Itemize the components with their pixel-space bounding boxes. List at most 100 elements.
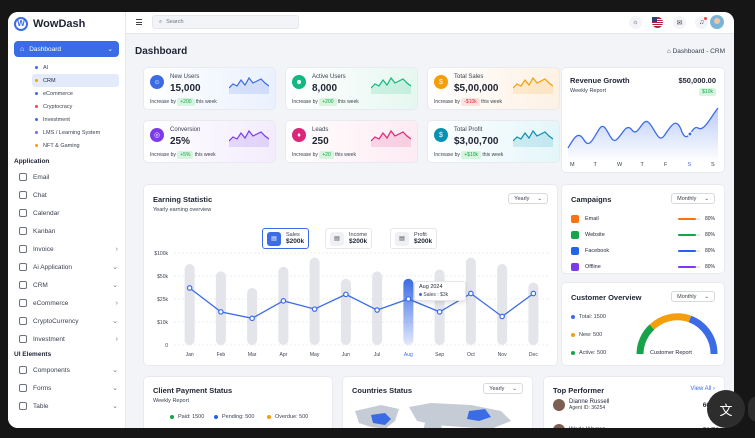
x-tick-label: Dec — [529, 352, 538, 358]
sidebar-subitem-label: AI — [43, 64, 49, 71]
tab-value: $200k — [286, 238, 305, 245]
bar[interactable] — [184, 264, 195, 345]
performer-row[interactable]: Wade Warren 50/70 — [553, 424, 719, 428]
breadcrumb[interactable]: ⌂ Dashboard - CRM — [667, 48, 725, 55]
stat-delta-badge: +5% — [177, 151, 194, 159]
period-select[interactable]: Yearly ⌄ — [483, 383, 523, 394]
stat-icon: ☺ — [150, 75, 164, 89]
top-performer-card: Top Performer View All › Dianne Russell A… — [543, 376, 725, 428]
line-point[interactable] — [280, 298, 287, 304]
stat-card: ☺ New Users 15,000 Increase by +200 this we… — [143, 67, 276, 110]
sidebar-subitem[interactable]: CRM — [32, 74, 119, 87]
stat-suffix: this week — [482, 152, 504, 158]
side-handle[interactable] — [748, 396, 755, 422]
bar[interactable] — [465, 257, 476, 345]
sidebar-subitem[interactable]: AI — [32, 61, 119, 74]
sidebar-item[interactable]: Email — [8, 168, 125, 186]
sidebar-subitem[interactable]: eCommerce — [32, 87, 119, 100]
line-point[interactable] — [530, 290, 537, 297]
sidebar-item[interactable]: Table ⌄ — [8, 397, 125, 415]
bullet-dot — [35, 144, 38, 147]
legend-label: New: 500 — [579, 332, 603, 338]
view-all-link[interactable]: View All › — [690, 386, 715, 392]
line-point[interactable] — [249, 315, 255, 322]
bar[interactable] — [278, 266, 289, 345]
line-point[interactable] — [311, 306, 318, 312]
line-point[interactable] — [186, 285, 193, 291]
ui-elements-menu: Components ⌄ Forms ⌄ Table ⌄ — [8, 361, 125, 415]
hamburger-icon[interactable] — [136, 19, 142, 25]
earning-tab[interactable]: ▤ Sales $200k — [262, 228, 310, 249]
stat-delta-badge: -$10k — [461, 98, 480, 106]
bar[interactable] — [215, 271, 226, 345]
dashboard-submenu: AI CRM eCommerce Cryptocracy Investment LMS /… — [8, 61, 125, 152]
menu-item-icon — [19, 402, 27, 410]
menu-item-icon — [19, 299, 27, 307]
campaign-row: Website 80% — [571, 230, 716, 240]
avatar[interactable] — [710, 15, 724, 29]
mail-icon[interactable]: ✉ — [673, 16, 686, 29]
period-select[interactable]: Yearly ⌄ — [508, 193, 548, 204]
campaigns-card: Campaigns Monthly ⌄ Email 80% Website 80% Fac… — [561, 184, 725, 274]
stat-icon: $ — [434, 128, 448, 142]
day-label: S — [687, 162, 692, 168]
sidebar-subitem[interactable]: Cryptocracy — [32, 100, 119, 113]
language-flag-icon[interactable] — [651, 16, 664, 29]
sidebar-item[interactable]: Calendar — [8, 204, 125, 222]
bar[interactable] — [340, 278, 351, 345]
legend-label: Pending: 500 — [222, 414, 255, 420]
bell-icon[interactable]: ♫ — [695, 16, 708, 29]
bar[interactable] — [497, 264, 508, 345]
legend-dot — [267, 415, 271, 419]
performer-row[interactable]: Dianne RussellAgent ID: 3625460/80 — [553, 399, 719, 411]
brand[interactable]: W WowDash — [8, 13, 125, 35]
bar[interactable] — [309, 257, 320, 345]
earning-tab[interactable]: ▤ Income $200k — [325, 228, 373, 249]
sidebar-item[interactable]: Components ⌄ — [8, 361, 125, 379]
sidebar-item[interactable]: CRM ⌄ — [8, 276, 125, 294]
line-point[interactable] — [343, 291, 349, 298]
period-select[interactable]: Monthly ⌄ — [671, 291, 715, 302]
sidebar-item[interactable]: Investment › — [8, 330, 125, 348]
logo-icon: W — [14, 17, 28, 31]
sidebar-item-label: Kanban — [33, 227, 56, 235]
line-point[interactable] — [218, 309, 224, 315]
sidebar-item[interactable]: Chat — [8, 186, 125, 204]
line-point[interactable] — [405, 296, 412, 302]
theme-toggle-icon[interactable]: ☼ — [629, 16, 642, 29]
translate-button[interactable]: 文 — [707, 390, 745, 428]
line-point[interactable] — [436, 309, 443, 315]
sidebar-item-label: Calendar — [33, 209, 60, 217]
stat-value: 25% — [170, 136, 191, 147]
earning-tab[interactable]: ▤ Profit $200k — [390, 228, 438, 249]
sidebar-subitem[interactable]: Investment — [32, 113, 119, 126]
sidebar-item[interactable]: Forms ⌄ — [8, 379, 125, 397]
sidebar-subitem[interactable]: LMS / Learning System — [32, 126, 119, 139]
card-title: Campaigns — [571, 195, 612, 204]
sidebar-item[interactable]: Ai Application ⌄ — [8, 258, 125, 276]
progress-fill — [678, 218, 696, 220]
legend-dot — [214, 415, 218, 419]
sidebar-item[interactable]: Invoice › — [8, 240, 125, 258]
bullet-dot — [35, 131, 38, 134]
period-select[interactable]: Monthly ⌄ — [671, 193, 715, 204]
search-input[interactable]: ⌕ Search — [152, 15, 299, 29]
chevron-icon: ⌄ — [112, 318, 118, 325]
campaign-icon — [571, 247, 579, 255]
line-point[interactable] — [374, 307, 380, 313]
legend-item: Paid: 1500 — [170, 414, 204, 420]
line-point[interactable] — [499, 313, 505, 320]
sidebar-item[interactable]: Kanban — [8, 222, 125, 240]
stat-suffix: this week — [337, 99, 359, 105]
line-point[interactable] — [468, 290, 474, 297]
sidebar-item[interactable]: CryptoCurrency ⌄ — [8, 312, 125, 330]
sidebar-item-dashboard[interactable]: ⌂ Dashboard ⌄ — [14, 41, 119, 57]
campaign-percent: 80% — [705, 216, 716, 222]
bar[interactable] — [403, 278, 414, 345]
home-icon: ⌂ — [20, 45, 25, 53]
menu-item-icon — [19, 209, 27, 217]
sidebar-item[interactable]: eCommerce › — [8, 294, 125, 312]
select-value: Monthly — [677, 195, 697, 202]
gauge-label: Customer Report — [650, 350, 692, 356]
sidebar-subitem[interactable]: NFT & Gaming — [32, 139, 119, 152]
